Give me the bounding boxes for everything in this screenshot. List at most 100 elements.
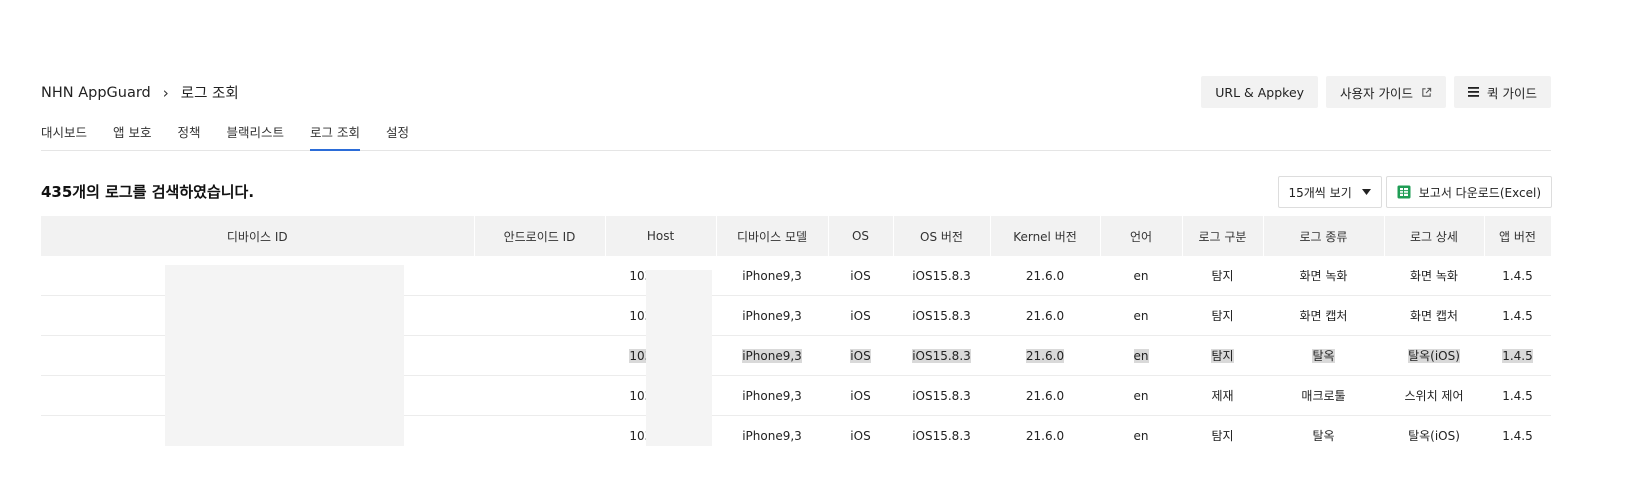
android-id-cell <box>474 416 605 456</box>
tab-app-protection[interactable]: 앱 보호 <box>113 112 151 150</box>
app-version-value: 1.4.5 <box>1502 348 1533 363</box>
col-header-log-class[interactable]: 로그 구분 <box>1182 216 1264 256</box>
app-version-cell: 1.4.5 <box>1502 428 1533 443</box>
log-detail-cell: 화면 녹화 <box>1384 256 1484 296</box>
model-cell: iPhone9,3 <box>716 335 828 376</box>
external-link-icon <box>1421 87 1432 98</box>
os-cell: iOS <box>828 256 893 296</box>
os-value: iOS <box>850 348 871 363</box>
log-class-cell: 탐지 <box>1211 429 1234 443</box>
model-cell: iPhone9,3 <box>742 428 802 443</box>
model-value: iPhone9,3 <box>742 348 802 363</box>
os-cell: iOS <box>850 428 871 443</box>
col-header-os[interactable]: OS <box>828 216 894 256</box>
kernel-cell: 21.6.0 <box>990 256 1100 296</box>
android-id-cell <box>474 375 605 416</box>
redaction-mask-host <box>646 270 712 446</box>
log-type-cell: 탈옥 <box>1263 335 1384 376</box>
log-detail-cell: 탈옥(iOS) <box>1384 335 1484 376</box>
android-id-cell <box>474 295 605 336</box>
tab-blacklist[interactable]: 블랙리스트 <box>227 112 285 150</box>
redaction-mask-device-id <box>165 265 404 446</box>
kernel-cell: 21.6.0 <box>1025 428 1065 443</box>
col-header-language[interactable]: 언어 <box>1100 216 1183 256</box>
menu-icon <box>1468 87 1480 97</box>
result-count: 435개의 로그를 검색하였습니다. <box>41 183 255 201</box>
log-class-cell: 탐지 <box>1182 335 1263 376</box>
log-detail-cell: 탈옥(iOS) <box>1408 429 1460 443</box>
top-actions: URL & Appkey 사용자 가이드 퀵 가이드 <box>1201 76 1551 108</box>
tab-settings[interactable]: 설정 <box>386 112 409 150</box>
kernel-cell: 21.6.0 <box>990 295 1100 336</box>
kernel-cell: 21.6.0 <box>990 335 1100 376</box>
page-title: 로그 조회 <box>180 86 239 102</box>
os-cell: iOS <box>828 335 893 376</box>
col-header-host[interactable]: Host <box>605 216 717 256</box>
language-cell: en <box>1133 428 1149 443</box>
language-value: en <box>1133 348 1149 363</box>
app-version-cell: 1.4.5 <box>1484 256 1551 296</box>
language-cell: en <box>1100 375 1182 416</box>
app-version-cell: 1.4.5 <box>1484 375 1551 416</box>
page-size-select[interactable]: 15개씩 보기 <box>1277 176 1382 208</box>
user-guide-button[interactable]: 사용자 가이드 <box>1326 76 1447 108</box>
log-detail-value: 탈옥(iOS) <box>1408 349 1460 363</box>
log-detail-cell: 화면 캡처 <box>1384 295 1484 336</box>
col-header-kernel-version[interactable]: Kernel 버전 <box>990 216 1101 256</box>
model-cell: iPhone9,3 <box>716 375 828 416</box>
excel-icon <box>1397 185 1411 199</box>
list-actions: 15개씩 보기 보고서 다운로드(Excel) <box>1277 176 1552 208</box>
col-header-android-id[interactable]: 안드로이드 ID <box>474 216 606 256</box>
log-class-cell: 탐지 <box>1182 256 1263 296</box>
col-header-log-type[interactable]: 로그 종류 <box>1263 216 1385 256</box>
page-size-label: 15개씩 보기 <box>1288 185 1352 200</box>
os-version-cell: iOS15.8.3 <box>893 256 990 296</box>
log-type-cell: 화면 캡처 <box>1263 295 1384 336</box>
log-class-cell: 제재 <box>1182 375 1263 416</box>
download-report-button[interactable]: 보고서 다운로드(Excel) <box>1385 176 1552 208</box>
page-header: NHN AppGuard › 로그 조회 URL & Appkey 사용자 가이… <box>41 76 1551 114</box>
log-type-cell: 매크로툴 <box>1263 375 1384 416</box>
os-cell: iOS <box>828 295 893 336</box>
os-version-cell: iOS15.8.3 <box>893 375 990 416</box>
log-type-cell: 탈옥 <box>1312 429 1335 443</box>
language-cell: en <box>1100 335 1182 376</box>
log-class-value: 탐지 <box>1211 349 1234 363</box>
os-version-cell: iOS15.8.3 <box>893 335 990 376</box>
os-version-value: iOS15.8.3 <box>912 348 971 363</box>
tab-policy[interactable]: 정책 <box>178 112 201 150</box>
table-header-row: 디바이스 ID 안드로이드 ID Host 디바이스 모델 OS OS 버전 K… <box>41 216 1552 256</box>
app-name[interactable]: NHN AppGuard <box>41 85 151 101</box>
url-appkey-label: URL & Appkey <box>1215 84 1305 100</box>
log-type-cell: 화면 녹화 <box>1263 256 1384 296</box>
col-header-os-version[interactable]: OS 버전 <box>893 216 991 256</box>
android-id-cell <box>474 256 605 296</box>
main-nav: 대시보드 앱 보호 정책 블랙리스트 로그 조회 설정 <box>41 112 1551 151</box>
language-cell: en <box>1100 295 1182 336</box>
kernel-cell: 21.6.0 <box>990 375 1100 416</box>
os-version-cell: iOS15.8.3 <box>893 295 990 336</box>
kernel-value: 21.6.0 <box>1025 348 1065 363</box>
log-class-cell: 탐지 <box>1182 295 1263 336</box>
log-type-value: 탈옥 <box>1312 349 1335 363</box>
quick-guide-button[interactable]: 퀵 가이드 <box>1454 76 1551 108</box>
col-header-device-model[interactable]: 디바이스 모델 <box>716 216 829 256</box>
language-cell: en <box>1100 256 1182 296</box>
download-report-label: 보고서 다운로드(Excel) <box>1418 185 1541 200</box>
chevron-right-icon: › <box>162 83 169 102</box>
model-cell: iPhone9,3 <box>716 295 828 336</box>
android-id-cell <box>474 335 605 376</box>
quick-guide-label: 퀵 가이드 <box>1487 85 1537 101</box>
breadcrumb: NHN AppGuard › 로그 조회 <box>41 82 239 103</box>
col-header-app-version[interactable]: 앱 버전 <box>1484 216 1552 256</box>
tab-log-search[interactable]: 로그 조회 <box>310 112 360 151</box>
app-version-cell: 1.4.5 <box>1484 295 1551 336</box>
tab-dashboard[interactable]: 대시보드 <box>41 112 87 150</box>
col-header-log-detail[interactable]: 로그 상세 <box>1384 216 1485 256</box>
model-cell: iPhone9,3 <box>716 256 828 296</box>
app-version-cell: 1.4.5 <box>1484 335 1551 376</box>
user-guide-label: 사용자 가이드 <box>1340 85 1414 101</box>
url-appkey-button[interactable]: URL & Appkey <box>1201 76 1319 108</box>
col-header-device-id[interactable]: 디바이스 ID <box>41 216 475 256</box>
caret-down-icon <box>1361 189 1371 195</box>
